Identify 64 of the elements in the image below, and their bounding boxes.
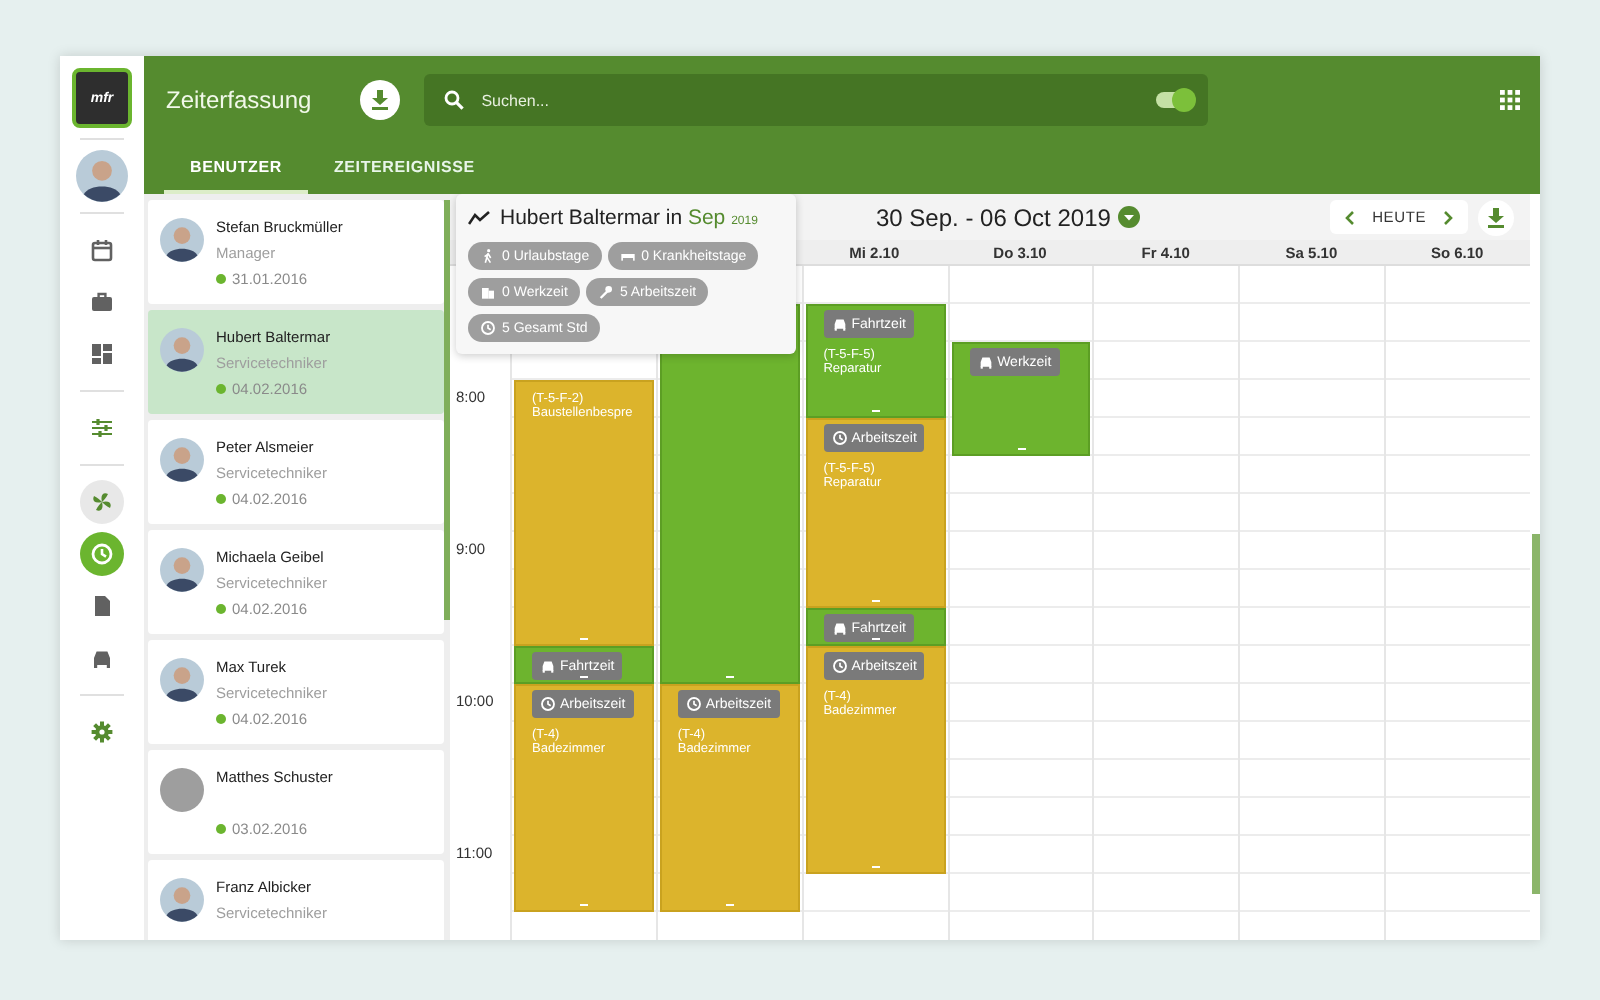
download-button[interactable]	[359, 80, 400, 120]
status-dot	[216, 824, 226, 834]
car-icon	[831, 620, 848, 636]
status-dot	[216, 384, 226, 394]
bed-icon	[619, 248, 636, 264]
avatar	[160, 218, 204, 262]
clock-icon	[480, 320, 496, 336]
apps-grid-icon[interactable]	[1500, 90, 1520, 110]
pinwheel-icon	[90, 490, 114, 514]
avatar	[160, 548, 204, 592]
resize-handle[interactable]	[871, 409, 880, 412]
car-icon[interactable]	[90, 646, 114, 670]
next-icon[interactable]	[1442, 209, 1454, 225]
avatar	[76, 150, 128, 202]
download-button[interactable]	[1478, 199, 1514, 235]
tab[interactable]: ZEITEREIGNISSE	[307, 144, 501, 194]
clock-icon	[90, 542, 114, 566]
clock-icon	[685, 696, 702, 712]
clock-icon	[540, 696, 556, 712]
pinwheel-button[interactable]	[80, 480, 124, 524]
toggle-switch[interactable]	[1155, 92, 1192, 108]
resize-handle[interactable]	[1017, 447, 1025, 450]
resize-handle[interactable]	[871, 637, 880, 640]
download-icon	[1486, 207, 1506, 227]
dropdown-icon[interactable]	[1118, 206, 1141, 228]
date-range: 30 Sep. - 06 Oct 2019	[876, 203, 1111, 231]
avatar	[160, 658, 204, 702]
resize-handle[interactable]	[871, 865, 880, 868]
clock-button[interactable]	[80, 532, 124, 576]
search-field[interactable]: Suchen...	[477, 89, 1142, 111]
resize-handle[interactable]	[725, 675, 734, 678]
trend-icon	[468, 210, 490, 226]
wrench-icon	[597, 284, 614, 300]
resize-handle[interactable]	[579, 637, 588, 640]
resize-handle[interactable]	[725, 903, 734, 906]
car-icon	[977, 354, 994, 370]
clock-icon	[831, 430, 848, 446]
calendar-icon[interactable]	[90, 238, 114, 262]
resize-handle[interactable]	[871, 599, 880, 602]
walking-person-icon	[480, 248, 496, 264]
document-icon[interactable]	[90, 594, 114, 618]
car-icon	[540, 658, 556, 674]
resize-handle[interactable]	[579, 675, 588, 678]
car-icon	[831, 316, 848, 332]
clock-icon	[831, 658, 848, 674]
status-dot	[216, 274, 226, 284]
previous-icon[interactable]	[1344, 209, 1357, 225]
search-icon	[443, 90, 464, 110]
dashboard-icon[interactable]	[90, 342, 114, 366]
building-icon	[480, 284, 496, 300]
sliders-icon[interactable]	[90, 416, 114, 440]
status-dot	[216, 604, 226, 614]
app-title: Zeiterfassung	[166, 86, 312, 114]
briefcase-icon[interactable]	[90, 290, 114, 314]
settings-icon[interactable]	[90, 720, 114, 744]
avatar	[160, 328, 204, 372]
download-icon	[369, 90, 390, 110]
avatar	[160, 438, 204, 482]
status-dot	[216, 494, 226, 504]
avatar	[160, 878, 204, 922]
status-dot	[216, 714, 226, 724]
avatar	[160, 768, 204, 812]
search-field[interactable]: Suchen...	[423, 74, 1208, 126]
resize-handle[interactable]	[579, 903, 588, 906]
